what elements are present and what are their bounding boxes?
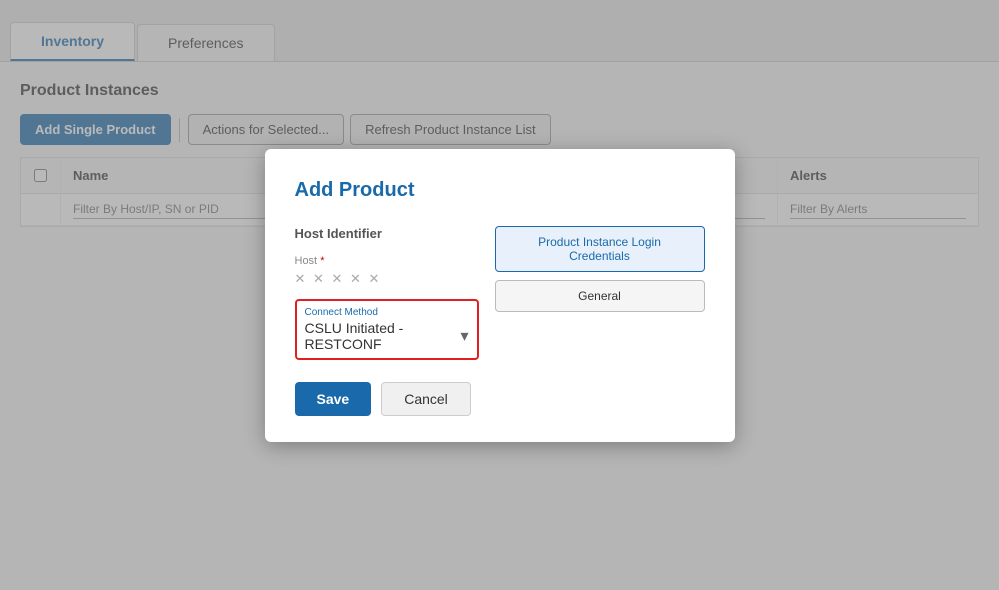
credentials-button[interactable]: Product Instance Login Credentials [495, 226, 705, 272]
general-button[interactable]: General [495, 280, 705, 312]
modal-left-panel: Host Identifier Host * ✕ ✕ ✕ ✕ ✕ Connect… [295, 226, 479, 360]
host-placeholder-dots: ✕ ✕ ✕ ✕ ✕ [295, 271, 479, 287]
modal-footer: Save Cancel [295, 382, 705, 416]
modal-right-panel: Product Instance Login Credentials Gener… [495, 226, 705, 360]
host-field-label: Host * [295, 255, 479, 267]
connect-method-value: CSLU Initiated - RESTCONF [305, 320, 461, 352]
host-identifier-label: Host Identifier [295, 226, 479, 241]
save-button[interactable]: Save [295, 382, 372, 416]
connect-method-label: Connect Method [305, 307, 469, 318]
connect-select-row[interactable]: CSLU Initiated - RESTCONF ▾ [305, 320, 469, 352]
modal-body: Host Identifier Host * ✕ ✕ ✕ ✕ ✕ Connect… [295, 226, 705, 360]
modal-title: Add Product [295, 179, 705, 202]
connect-method-wrapper: Connect Method CSLU Initiated - RESTCONF… [295, 299, 479, 360]
modal-overlay: Add Product Host Identifier Host * ✕ ✕ ✕… [0, 0, 999, 590]
add-product-modal: Add Product Host Identifier Host * ✕ ✕ ✕… [265, 149, 735, 442]
cancel-button[interactable]: Cancel [381, 382, 471, 416]
connect-method-dropdown-icon[interactable]: ▾ [460, 326, 468, 346]
required-marker: * [320, 255, 324, 267]
